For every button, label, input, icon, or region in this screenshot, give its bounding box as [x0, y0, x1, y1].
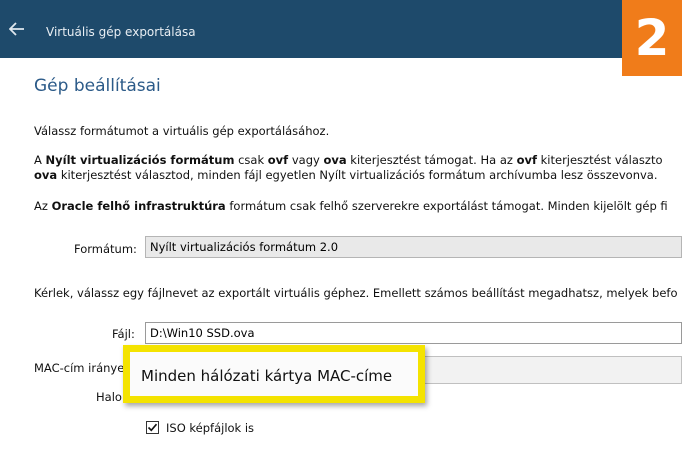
text-fragment: ova — [323, 153, 347, 167]
text-fragment: Az — [34, 199, 52, 213]
text-fragment: csak — [234, 153, 268, 167]
format-label: Formátum: — [74, 242, 137, 256]
ovf-info-line2: ova kiterjesztést választod, minden fájl… — [34, 168, 658, 182]
file-label: Fájl: — [112, 327, 135, 341]
text-fragment: ova — [34, 168, 58, 182]
format-select[interactable]: Nyílt virtualizációs formátum 2.0 — [145, 236, 682, 258]
iso-checkbox[interactable] — [146, 421, 159, 434]
iso-checkbox-label[interactable]: ISO képfájlok is — [166, 421, 254, 435]
additional-options-label: Halo — [96, 390, 122, 404]
oracle-info: Az Oracle felhő infrastruktúra formátum … — [34, 199, 668, 213]
text-fragment: vagy — [288, 153, 324, 167]
text-fragment: formátum csak felhő szerverekre exportál… — [225, 199, 668, 213]
text-fragment: ovf — [516, 153, 537, 167]
back-arrow-icon[interactable] — [8, 20, 26, 38]
window-title: Virtuális gép exportálása — [46, 25, 196, 39]
text-fragment: kiterjesztést választo — [536, 153, 663, 167]
ovf-info-line1: A Nyílt virtualizációs formátum csak ovf… — [34, 153, 663, 167]
mac-policy-label: MAC-cím iránye — [34, 361, 125, 375]
text-fragment: A — [34, 153, 46, 167]
text-fragment: kiterjesztést választod, minden fájl egy… — [57, 168, 658, 182]
intro-text: Válassz formátumot a virtuális gép expor… — [34, 124, 330, 138]
text-fragment: Nyílt virtualizációs formátum — [45, 153, 235, 167]
step-number-badge: 2 — [622, 0, 682, 76]
filename-instructions: Kérlek, válassz egy fájlnevet az exportá… — [34, 286, 678, 300]
text-fragment: ovf — [267, 153, 289, 167]
file-path-input[interactable]: D:\Win10 SSD.ova — [145, 322, 682, 344]
text-fragment: Oracle felhő infrastruktúra — [51, 199, 226, 213]
text-fragment: kiterjesztést támogat. Ha az — [346, 153, 517, 167]
checkmark-icon — [147, 423, 158, 432]
mac-policy-selected-option[interactable]: Minden hálózati kártya MAC-címe — [141, 367, 392, 385]
page-heading: Gép beállításai — [34, 76, 161, 96]
title-bar: Virtuális gép exportálása — [0, 0, 682, 58]
